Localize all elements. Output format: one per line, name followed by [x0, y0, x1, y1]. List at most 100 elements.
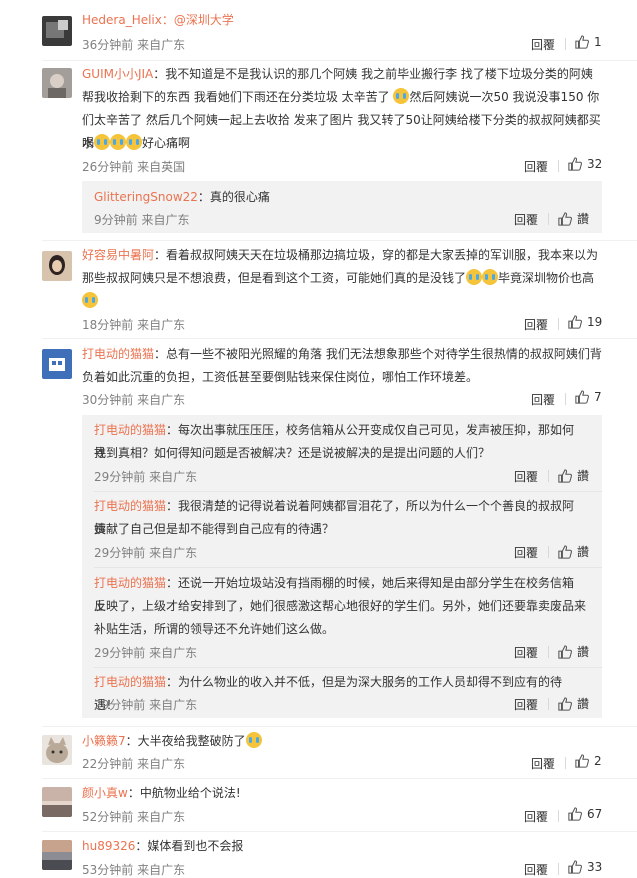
mention-link[interactable]: ：@深圳大学	[162, 13, 234, 27]
thumbs-up-icon	[575, 390, 589, 404]
username-link[interactable]: 打电动的猫猫	[94, 499, 166, 513]
separator	[558, 160, 559, 172]
reply-thread: GlitteringSnow22：真的很心痛 9分钟前 来自广东 回覆 讚	[82, 181, 602, 233]
comment-meta: 18分钟前 来自广东	[82, 318, 186, 332]
avatar[interactable]	[42, 16, 72, 46]
crying-face-icon	[393, 88, 410, 104]
thumbs-up-icon	[558, 468, 572, 483]
reply-button[interactable]: 回覆	[531, 755, 555, 772]
reply-meta: 29分钟前 来自广东	[94, 698, 198, 712]
separator	[548, 546, 549, 558]
avatar[interactable]	[42, 840, 72, 870]
separator	[558, 863, 559, 875]
username-link[interactable]: 颜小真w	[82, 786, 128, 800]
reply-button[interactable]: 回覆	[514, 468, 538, 485]
separator	[548, 698, 549, 710]
comment-text: GUIM小小JIA：我不知道是不是我认识的那几个阿姨 我之前毕业搬行李 找了楼下…	[82, 67, 593, 81]
like-label: 讚	[577, 645, 590, 659]
thumbs-up-icon	[575, 754, 589, 768]
like-button[interactable]: 讚	[558, 643, 589, 660]
like-button[interactable]: 1	[575, 35, 602, 49]
like-label: 讚	[577, 545, 590, 559]
reply-meta: 29分钟前 来自广东	[94, 646, 198, 660]
like-button[interactable]: 67	[568, 807, 602, 821]
comment-meta: 52分钟前 来自广东	[82, 810, 186, 824]
avatar[interactable]	[42, 787, 72, 817]
avatar[interactable]	[42, 68, 72, 98]
username-link[interactable]: 打电动的猫猫	[82, 347, 154, 361]
like-count: 1	[594, 35, 602, 49]
thumbs-up-icon	[558, 544, 572, 559]
reply-button[interactable]: 回覆	[514, 211, 538, 228]
like-button[interactable]: 33	[568, 860, 602, 874]
like-button[interactable]: 2	[575, 754, 602, 768]
separator	[565, 38, 566, 50]
thumbs-up-icon	[575, 35, 589, 49]
username-link[interactable]: 小籁籁7	[82, 734, 126, 748]
thumbs-up-icon	[558, 696, 572, 711]
reply-button[interactable]: 回覆	[524, 316, 548, 333]
reply-meta: 29分钟前 来自广东	[94, 470, 198, 484]
reply-thread: 打电动的猫猫：每次出事就压压压，校务信箱从公开变成仅自己可见，发声被压抑，那如何…	[82, 415, 602, 718]
comment-text: Hedera_Helix：@深圳大学	[82, 9, 607, 32]
username-link[interactable]: 好容易中暑阿	[82, 248, 154, 262]
avatar[interactable]	[42, 349, 72, 379]
reply-button[interactable]: 回覆	[524, 158, 548, 175]
divider	[94, 491, 602, 492]
thumbs-up-icon	[568, 807, 582, 821]
reply-text: GlitteringSnow22：真的很心痛	[94, 190, 270, 204]
like-count: 33	[587, 860, 603, 874]
username-link[interactable]: 打电动的猫猫	[94, 423, 166, 437]
crying-face-icon	[94, 134, 111, 150]
like-button[interactable]: 讚	[558, 210, 589, 227]
like-button[interactable]: 讚	[558, 543, 589, 560]
username-link[interactable]: hu89326	[82, 839, 135, 853]
divider	[42, 60, 637, 61]
username-link[interactable]: GUIM小小JIA	[82, 67, 153, 81]
comment-text: hu89326：媒体看到也不会报	[82, 839, 244, 853]
username-link[interactable]: 打电动的猫猫	[94, 576, 166, 590]
username-link[interactable]: 打电动的猫猫	[94, 675, 166, 689]
like-label: 讚	[577, 697, 590, 711]
reply-text-line: 贡献了自己但是却不能得到自己应有的待遇？	[94, 522, 335, 536]
reply-text-line: 补贴生活，所谓的领导还不允许她们这么做。	[94, 622, 335, 636]
divider	[42, 240, 637, 241]
reply-meta: 9分钟前 来自广东	[94, 213, 190, 227]
comment-text-line	[82, 290, 607, 313]
avatar[interactable]	[42, 251, 72, 281]
reply-button[interactable]: 回覆	[514, 644, 538, 661]
reply-button[interactable]: 回覆	[514, 544, 538, 561]
reply-button[interactable]: 回覆	[531, 36, 555, 53]
reply-button[interactable]: 回覆	[514, 696, 538, 713]
comment-meta: 26分钟前 来自英国	[82, 160, 186, 174]
comment-text: 好容易中暑阿：看着叔叔阿姨天天在垃圾桶那边搞垃圾，穿的都是大家丢掉的军训服，我本…	[82, 248, 599, 262]
crying-face-icon	[466, 269, 483, 285]
crying-face-icon	[245, 732, 262, 748]
comment-text-line: 帮我收拾剩下的东西 我看她们下雨还在分类垃圾 太辛苦了 然后阿姨说一次50 我说…	[82, 88, 600, 104]
thumbs-up-icon	[568, 157, 582, 171]
comment-text: 打电动的猫猫：总有一些不被阳光照耀的角落 我们无法想象那些个对待学生很热情的叔叔…	[82, 347, 602, 361]
like-button[interactable]: 7	[575, 390, 602, 404]
reply-button[interactable]: 回覆	[524, 861, 548, 878]
separator	[558, 318, 559, 330]
separator	[558, 810, 559, 822]
like-button[interactable]: 32	[568, 157, 602, 171]
reply-button[interactable]: 回覆	[531, 391, 555, 408]
like-button[interactable]: 讚	[558, 467, 589, 484]
reply-button[interactable]: 回覆	[524, 808, 548, 825]
comment-text-line: 那些叔叔阿姨只是不想浪费，但是看到这个工资，可能她们真的是没钱了 毕竟深圳物价也高	[82, 269, 595, 285]
like-button[interactable]: 讚	[558, 695, 589, 712]
avatar[interactable]	[42, 735, 72, 765]
thumbs-up-icon	[568, 315, 582, 329]
like-button[interactable]: 19	[568, 315, 602, 329]
thumbs-up-icon	[568, 860, 582, 874]
crying-face-icon	[482, 269, 499, 285]
crying-face-icon	[110, 134, 127, 150]
separator	[565, 757, 566, 769]
username-link[interactable]: GlitteringSnow22	[94, 190, 198, 204]
like-count: 67	[587, 807, 603, 821]
like-count: 32	[587, 157, 603, 171]
username-link[interactable]: Hedera_Helix	[82, 13, 162, 27]
comment-text: 小籁籁7：大半夜给我整破防了	[82, 730, 607, 753]
comment-text-line: 喝好心痛啊	[82, 134, 191, 150]
